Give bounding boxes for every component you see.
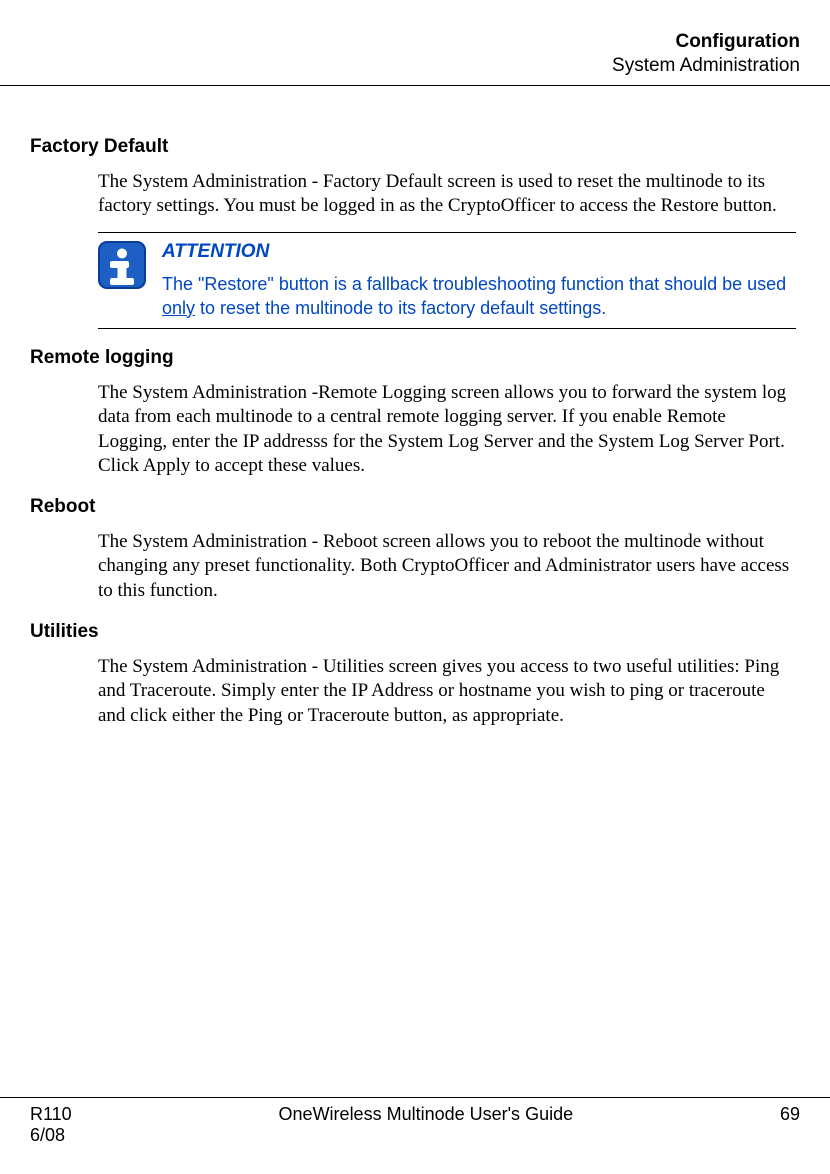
attention-text: ATTENTION The "Restore" button is a fall… <box>162 241 796 320</box>
body-text-remote-logging: The System Administration -Remote Loggin… <box>98 381 796 478</box>
page-header: Configuration System Administration <box>0 30 830 86</box>
section-heading-factory-default: Factory Default <box>30 136 800 158</box>
attention-body-pre: The "Restore" button is a fallback troub… <box>162 274 786 294</box>
header-subtitle: System Administration <box>30 54 800 78</box>
page-content: Factory Default The System Administratio… <box>0 86 830 729</box>
footer-doc-title: OneWireless Multinode User's Guide <box>72 1104 780 1125</box>
section-heading-remote-logging: Remote logging <box>30 347 800 369</box>
body-text-factory-default: The System Administration - Factory Defa… <box>98 170 796 219</box>
attention-body: The "Restore" button is a fallback troub… <box>162 273 796 320</box>
footer-date: 6/08 <box>30 1125 800 1146</box>
body-text-utilities: The System Administration - Utilities sc… <box>98 655 796 728</box>
body-text-reboot: The System Administration - Reboot scree… <box>98 530 796 603</box>
page-footer: R110 OneWireless Multinode User's Guide … <box>0 1097 830 1146</box>
section-heading-reboot: Reboot <box>30 496 800 518</box>
info-icon <box>98 241 146 289</box>
attention-callout: ATTENTION The "Restore" button is a fall… <box>98 232 796 329</box>
attention-title: ATTENTION <box>162 241 796 263</box>
header-title: Configuration <box>30 30 800 54</box>
attention-body-underline: only <box>162 298 195 318</box>
attention-body-post: to reset the multinode to its factory de… <box>195 298 606 318</box>
footer-revision: R110 <box>30 1104 72 1125</box>
section-heading-utilities: Utilities <box>30 621 800 643</box>
footer-page-number: 69 <box>780 1104 800 1125</box>
